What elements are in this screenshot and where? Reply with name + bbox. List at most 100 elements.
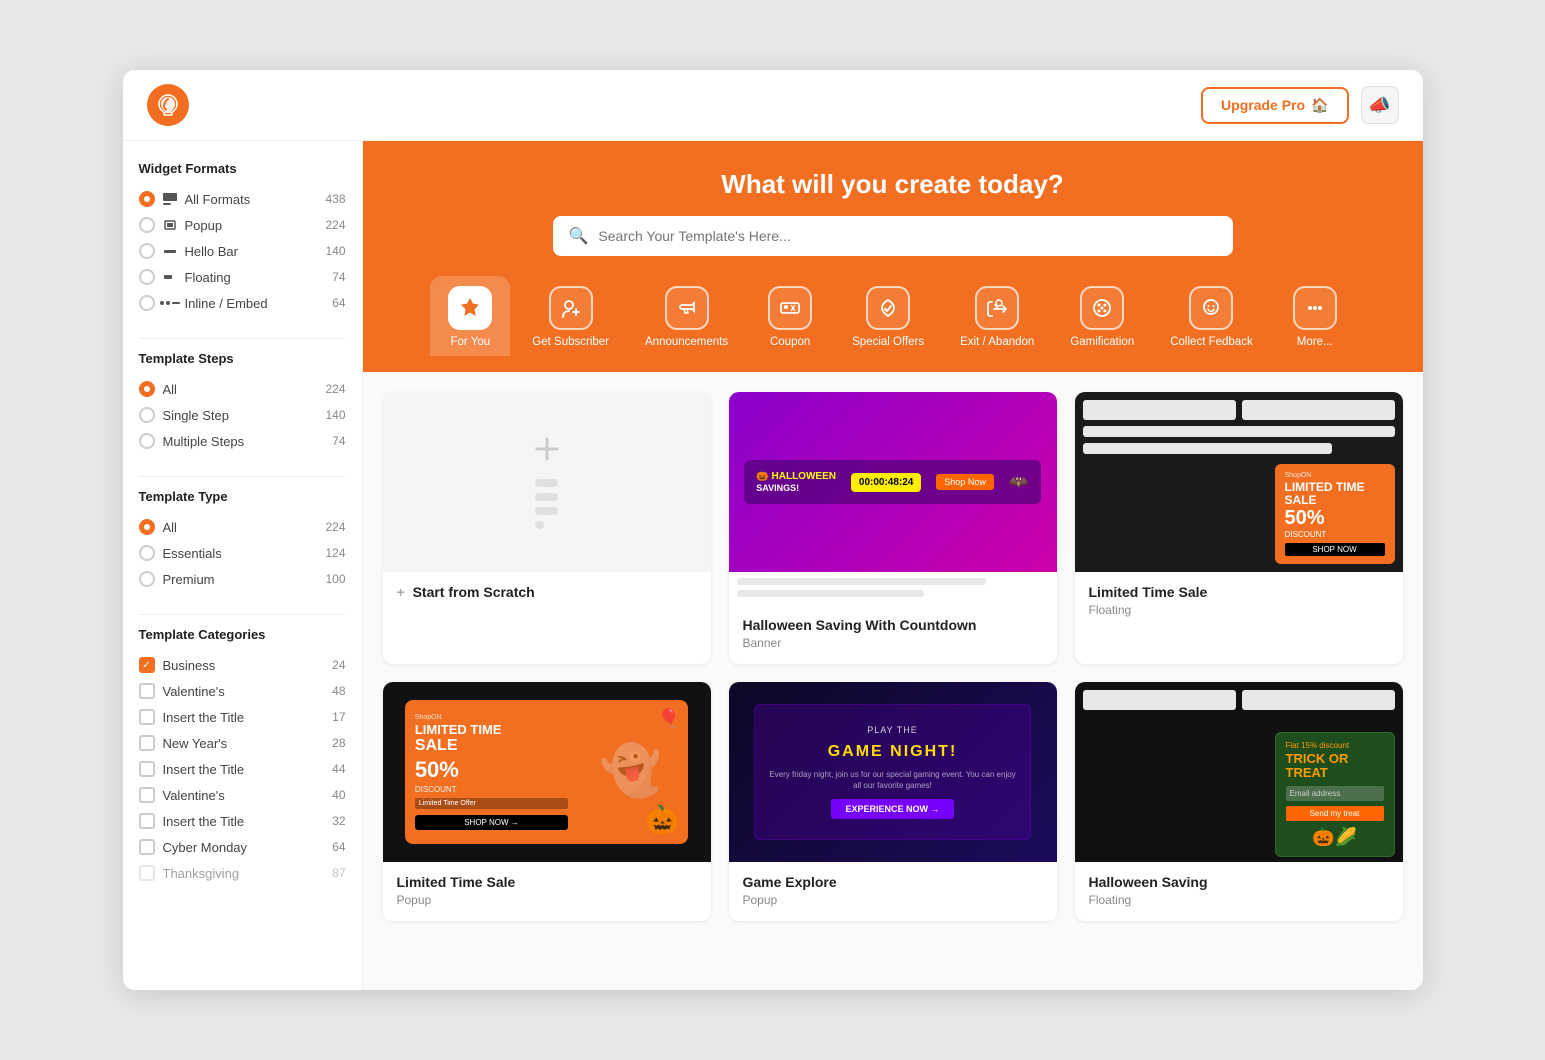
category-tab-feedback[interactable]: Collect Fedback [1156, 276, 1266, 356]
popup-count: 224 [322, 218, 346, 232]
lts-popup-template-type: Popup [397, 893, 697, 907]
game-preview: PLAY THE GAME NIGHT! Every friday night,… [729, 682, 1057, 862]
sidebar-item-floating[interactable]: Floating 74 [139, 264, 346, 290]
type-all-label: All [163, 520, 177, 535]
checkbox-thanksgiving [139, 865, 155, 881]
popup-icon [163, 218, 177, 232]
more-label: More... [1297, 336, 1333, 348]
coupon-label: Coupon [770, 336, 810, 348]
sidebar-item-category-thanksgiving[interactable]: Thanksgiving 87 [139, 860, 346, 886]
exit-label: Exit / Abandon [960, 336, 1034, 348]
radio-premium [139, 571, 155, 587]
halloween-saving-template-info: Halloween Saving Floating [1075, 862, 1403, 921]
template-card-lts-popup[interactable]: ShopON LIMITED TIMESALE 50% DISCOUNT Lim… [383, 682, 711, 921]
sidebar-item-popup[interactable]: Popup 224 [139, 212, 346, 238]
gamification-icon [1080, 286, 1124, 330]
gamification-label: Gamification [1070, 336, 1134, 348]
sidebar-item-steps-all[interactable]: All 224 [139, 376, 346, 402]
checkbox-insert2 [139, 761, 155, 777]
category-tab-more[interactable]: More... [1275, 276, 1355, 356]
radio-essentials [139, 545, 155, 561]
template-card-lts-floating[interactable]: ShopON LIMITED TIMESALE 50% DISCOUNT SHO… [1075, 392, 1403, 664]
sidebar-item-category-insert2[interactable]: Insert the Title 44 [139, 756, 346, 782]
lts-popup-template-info: Limited Time Sale Popup [383, 862, 711, 921]
search-input[interactable] [598, 228, 1216, 244]
sidebar-item-category-business[interactable]: ✓ Business 24 [139, 652, 346, 678]
sidebar-item-category-newyears[interactable]: New Year's 28 [139, 730, 346, 756]
notification-button[interactable]: 📣 [1361, 86, 1399, 124]
top-bar-right: Upgrade Pro 🏠 📣 [1201, 86, 1398, 124]
category-insert1-label: Insert the Title [163, 710, 245, 725]
multiple-steps-label: Multiple Steps [163, 434, 245, 449]
essentials-count: 124 [322, 546, 346, 560]
checkbox-insert1 [139, 709, 155, 725]
for-you-label: For You [450, 336, 490, 348]
category-tab-special-offers[interactable]: Special Offers [838, 276, 938, 356]
floating-count: 74 [322, 270, 346, 284]
sidebar-item-category-insert3[interactable]: Insert the Title 32 [139, 808, 346, 834]
radio-hello-bar [139, 243, 155, 259]
game-template-type: Popup [743, 893, 1043, 907]
upgrade-pro-button[interactable]: Upgrade Pro 🏠 [1201, 87, 1348, 124]
sidebar-item-multiple-steps[interactable]: Multiple Steps 74 [139, 428, 346, 454]
exit-icon [975, 286, 1019, 330]
template-card-blank[interactable]: + Start from Scratch [383, 392, 711, 664]
category-tab-subscriber[interactable]: Get Subscriber [518, 276, 623, 356]
category-tab-exit[interactable]: Exit / Abandon [946, 276, 1048, 356]
multiple-steps-count: 74 [322, 434, 346, 448]
sidebar-item-category-valentines2[interactable]: Valentine's 40 [139, 782, 346, 808]
halloween-saving-template-type: Floating [1089, 893, 1389, 907]
category-insert3-label: Insert the Title [163, 814, 245, 829]
radio-popup [139, 217, 155, 233]
steps-all-count: 224 [322, 382, 346, 396]
feedback-icon [1189, 286, 1233, 330]
feedback-label: Collect Fedback [1170, 336, 1252, 348]
lts-floating-template-type: Floating [1089, 603, 1389, 617]
radio-inline [139, 295, 155, 311]
notification-icon: 📣 [1368, 95, 1390, 116]
sidebar-item-single-step[interactable]: Single Step 140 [139, 402, 346, 428]
announcements-label: Announcements [645, 336, 728, 348]
halloween-saving-preview: Flat 15% discount TRICK OR TREAT Email a… [1075, 682, 1403, 862]
search-bar: 🔍 [553, 216, 1233, 256]
sidebar-item-category-insert1[interactable]: Insert the Title 17 [139, 704, 346, 730]
hello-bar-count: 140 [322, 244, 346, 258]
templates-grid: + Start from Scratch 🎃 HALLOWEEN SAVINGS… [363, 372, 1423, 941]
main-layout: Widget Formats All Formats 438 [123, 141, 1423, 990]
checkbox-newyears [139, 735, 155, 751]
template-card-game[interactable]: PLAY THE GAME NIGHT! Every friday night,… [729, 682, 1057, 921]
sidebar-item-category-cyber[interactable]: Cyber Monday 64 [139, 834, 346, 860]
category-tab-for-you[interactable]: For You [430, 276, 510, 356]
template-card-halloween[interactable]: 🎃 HALLOWEEN SAVINGS! 00:00:48:24 Shop No… [729, 392, 1057, 664]
category-valentines2-label: Valentine's [163, 788, 225, 803]
widget-formats-section: Widget Formats All Formats 438 [139, 161, 346, 316]
checkbox-insert3 [139, 813, 155, 829]
single-step-count: 140 [322, 408, 346, 422]
halloween-template-info: Halloween Saving With Countdown Banner [729, 605, 1057, 664]
upgrade-label: Upgrade Pro [1221, 97, 1305, 113]
sidebar-item-hello-bar[interactable]: Hello Bar 140 [139, 238, 346, 264]
category-tab-gamification[interactable]: Gamification [1056, 276, 1148, 356]
category-tab-coupon[interactable]: Coupon [750, 276, 830, 356]
radio-steps-all [139, 381, 155, 397]
sidebar-item-inline[interactable]: Inline / Embed 64 [139, 290, 346, 316]
sidebar-item-all-formats[interactable]: All Formats 438 [139, 186, 346, 212]
type-all-count: 224 [322, 520, 346, 534]
floating-label: Floating [185, 270, 231, 285]
announcements-icon [665, 286, 709, 330]
radio-multiple-steps [139, 433, 155, 449]
top-bar: Upgrade Pro 🏠 📣 [123, 70, 1423, 141]
game-template-name: Game Explore [743, 874, 1043, 890]
sidebar-item-type-all[interactable]: All 224 [139, 514, 346, 540]
template-card-halloween-saving[interactable]: Flat 15% discount TRICK OR TREAT Email a… [1075, 682, 1403, 921]
start-from-scratch-icon: + [397, 584, 405, 600]
app-logo[interactable] [147, 84, 189, 126]
sidebar-item-premium[interactable]: Premium 100 [139, 566, 346, 592]
halloween-saving-template-name: Halloween Saving [1089, 874, 1389, 890]
blank-template-info: + Start from Scratch [383, 572, 711, 617]
sidebar-item-category-valentines[interactable]: Valentine's 48 [139, 678, 346, 704]
category-tab-announcements[interactable]: Announcements [631, 276, 742, 356]
inline-count: 64 [322, 296, 346, 310]
app-window: Upgrade Pro 🏠 📣 Widget Formats [123, 70, 1423, 990]
sidebar-item-essentials[interactable]: Essentials 124 [139, 540, 346, 566]
